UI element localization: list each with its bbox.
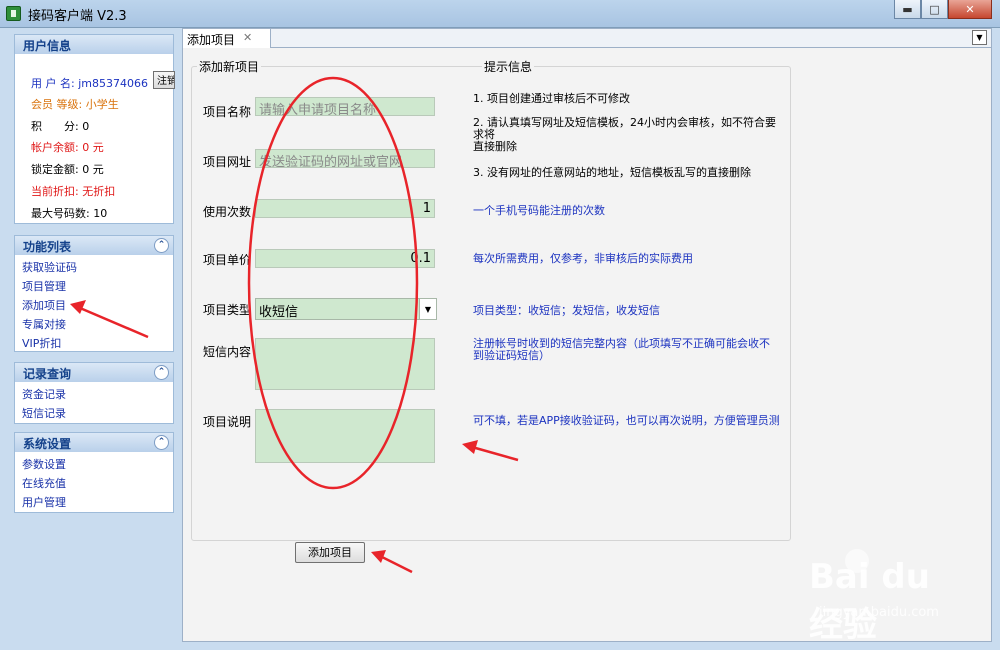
menu-vip-discount[interactable]: VIP折扣: [15, 334, 173, 353]
minimize-button[interactable]: ▬: [894, 0, 921, 19]
record-panel-title[interactable]: 记录查询 ⌃: [15, 363, 173, 382]
type-hint: 项目类型：收短信；发短信，收发短信: [473, 304, 660, 317]
collapse-icon[interactable]: ⌃: [154, 435, 169, 450]
type-select-value: 收短信: [259, 305, 299, 320]
username-label: 用 户 名:: [31, 77, 75, 90]
username-value: jm85374066: [78, 77, 148, 90]
tab-add-project[interactable]: 添加项目 ✕: [183, 29, 271, 48]
sidebar: 用户信息 用 户 名: jm85374066 注销 会员 等级: 小学生 积 分…: [8, 32, 176, 642]
settings-panel-title-text: 系统设置: [23, 437, 72, 451]
main-area: 添加项目 ✕ ▼ 添加新项目 提示信息 项目名称 请输入申请项目名称 项目网址 …: [182, 28, 992, 645]
settings-list: 参数设置 在线充值 用户管理: [15, 452, 173, 512]
watermark-url: jingyan.baidu.com: [819, 605, 939, 620]
discount-label: 当前折扣:: [31, 185, 79, 198]
desc-hint: 可不填，若是APP接收验证码，也可以再次说明，方便管理员测: [473, 414, 780, 427]
maxnum-row: 最大号码数: 10: [31, 205, 107, 221]
record-list: 资金记录 短信记录: [15, 382, 173, 423]
balance-label: 帐户余额:: [31, 141, 79, 154]
points-label: 积 分:: [31, 120, 79, 133]
price-input[interactable]: 0.1: [255, 249, 435, 268]
locked-label: 锁定金额:: [31, 163, 79, 176]
type-label: 项目类型: [203, 303, 252, 317]
record-panel-title-text: 记录查询: [23, 367, 72, 381]
points-row: 积 分: 0: [31, 118, 89, 134]
window-controls: ▬ □ ✕: [894, 0, 992, 20]
menu-get-code[interactable]: 获取验证码: [15, 258, 173, 277]
hint-line-3: 3. 没有网址的任意网站的地址，短信模板乱写的直接删除: [473, 166, 751, 179]
watermark-brand: Bai du 经验: [809, 557, 930, 645]
settings-panel-title[interactable]: 系统设置 ⌃: [15, 433, 173, 452]
user-info-title: 用户信息: [15, 35, 173, 54]
sms-content-textarea[interactable]: [255, 338, 435, 390]
close-button[interactable]: ✕: [948, 0, 992, 19]
group-title: 添加新项目: [197, 58, 262, 75]
logout-button[interactable]: 注销: [153, 71, 175, 89]
price-hint: 每次所需费用，仅参考，非审核后的实际费用: [473, 252, 693, 265]
sms-label: 短信内容: [203, 345, 252, 359]
locked-row: 锁定金额: 0 元: [31, 161, 104, 177]
points-value: 0: [82, 120, 90, 133]
user-info-panel: 用户信息 用 户 名: jm85374066 注销 会员 等级: 小学生 积 分…: [14, 34, 175, 224]
level-row: 会员 等级: 小学生: [31, 96, 119, 112]
balance-row: 帐户余额: 0 元: [31, 139, 104, 155]
username-row: 用 户 名: jm85374066: [31, 75, 148, 91]
menu-fund-record[interactable]: 资金记录: [15, 385, 173, 404]
menu-recharge[interactable]: 在线充值: [15, 474, 173, 493]
hint-line-2c: 直接删除: [473, 140, 517, 153]
discount-value: 无折扣: [82, 185, 116, 198]
menu-exclusive-dock[interactable]: 专属对接: [15, 315, 173, 334]
chevron-down-icon[interactable]: ▼: [972, 30, 987, 45]
desc-label: 项目说明: [203, 415, 252, 429]
maxnum-value: 10: [93, 207, 108, 220]
uses-label: 使用次数: [203, 205, 252, 219]
project-url-input[interactable]: 发送验证码的网址或官网: [255, 149, 435, 168]
menu-project-manage[interactable]: 项目管理: [15, 277, 173, 296]
function-panel-title-text: 功能列表: [23, 240, 72, 254]
add-project-button[interactable]: 添加项目: [295, 542, 365, 563]
collapse-icon[interactable]: ⌃: [154, 238, 169, 253]
description-textarea[interactable]: [255, 409, 435, 463]
maximize-button[interactable]: □: [921, 0, 948, 19]
function-panel: 功能列表 ⌃ 获取验证码 项目管理 添加项目 专属对接 VIP折扣: [14, 235, 174, 352]
maxnum-label: 最大号码数:: [31, 207, 90, 220]
uses-input[interactable]: 1: [255, 199, 435, 218]
balance-value: 0 元: [82, 141, 104, 154]
menu-add-project[interactable]: 添加项目: [15, 296, 173, 315]
project-name-input[interactable]: 请输入申请项目名称: [255, 97, 435, 116]
record-panel: 记录查询 ⌃ 资金记录 短信记录: [14, 362, 174, 424]
type-select[interactable]: 收短信 ▼: [255, 298, 437, 320]
settings-panel: 系统设置 ⌃ 参数设置 在线充值 用户管理: [14, 432, 174, 513]
price-label: 项目单价: [203, 253, 252, 267]
tab-label: 添加项目: [187, 33, 236, 47]
level-label: 会员 等级:: [31, 98, 83, 111]
baidu-watermark: Bai du 经验 jingyan.baidu.com: [793, 549, 963, 645]
function-list: 获取验证码 项目管理 添加项目 专属对接 VIP折扣: [15, 255, 173, 353]
discount-row: 当前折扣: 无折扣: [31, 183, 115, 199]
tab-bar: 添加项目 ✕ ▼: [183, 29, 991, 48]
uses-hint: 一个手机号码能注册的次数: [473, 204, 605, 217]
menu-parameters[interactable]: 参数设置: [15, 455, 173, 474]
name-label: 项目名称: [203, 105, 252, 119]
level-value: 小学生: [85, 98, 119, 111]
hint-line-1: 1. 项目创建通过审核后不可修改: [473, 92, 630, 105]
hint-line-2a: 2. 请认真填写网址及短信模板，24小时内会审核，如不符合要: [473, 116, 776, 129]
app-icon: [6, 6, 21, 21]
window-title: 接码客户端 V2.3: [28, 9, 127, 24]
hint-title: 提示信息: [482, 58, 535, 75]
locked-value: 0 元: [82, 163, 104, 176]
url-label: 项目网址: [203, 155, 252, 169]
sms-hint-b: 到验证码短信）: [473, 349, 550, 362]
close-icon[interactable]: ✕: [243, 31, 252, 44]
collapse-icon[interactable]: ⌃: [154, 365, 169, 380]
menu-sms-record[interactable]: 短信记录: [15, 404, 173, 423]
title-bar: 接码客户端 V2.3 ▬ □ ✕: [0, 0, 1000, 28]
menu-user-manage[interactable]: 用户管理: [15, 493, 173, 512]
function-panel-title[interactable]: 功能列表 ⌃: [15, 236, 173, 255]
chevron-down-icon[interactable]: ▼: [419, 299, 436, 319]
